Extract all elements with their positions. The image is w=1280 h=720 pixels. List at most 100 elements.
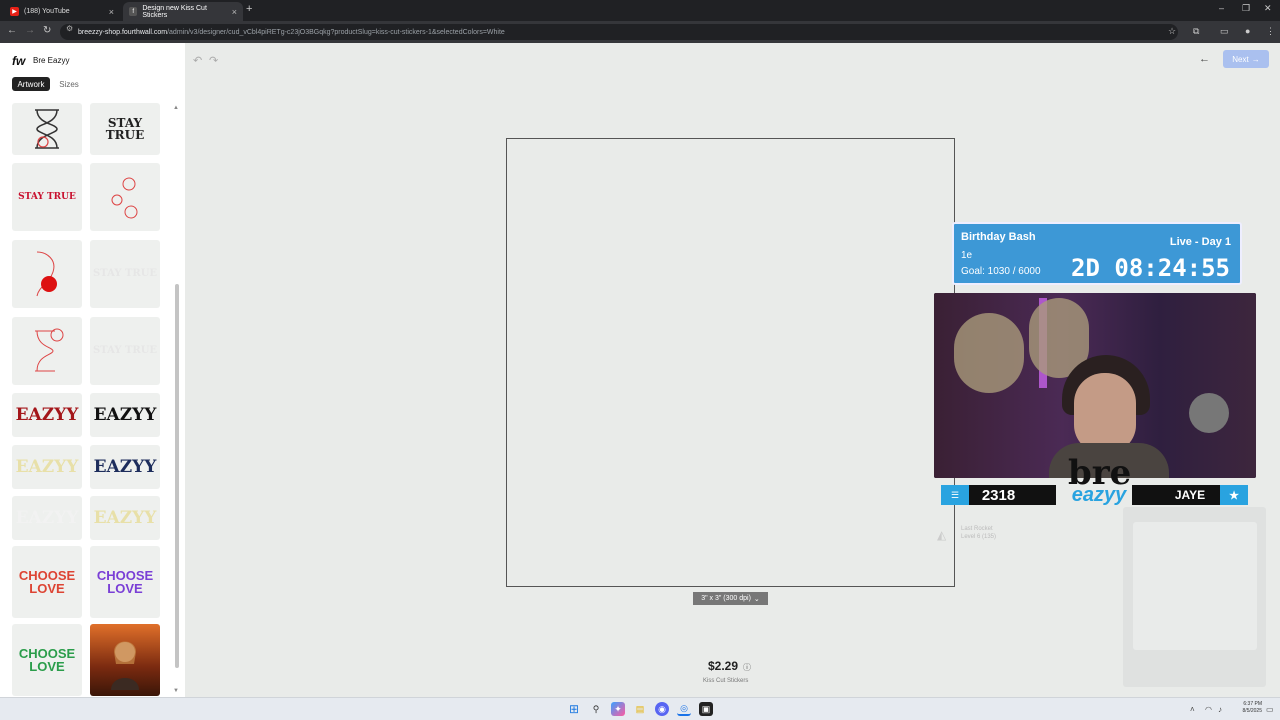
- redo-icon[interactable]: ↷: [209, 54, 218, 67]
- name-value: JAYE: [1174, 488, 1206, 502]
- logo-bottom: eazyy: [1071, 484, 1127, 507]
- logo-top: bre: [1068, 453, 1132, 493]
- windows-start-icon[interactable]: ⊞: [567, 702, 581, 716]
- name-box: JAYE ★: [1132, 485, 1248, 505]
- back-icon[interactable]: ←: [7, 25, 17, 36]
- wifi-icon[interactable]: ◠: [1205, 705, 1212, 714]
- system-clock[interactable]: 6:37 PM 8/5/2025: [1232, 701, 1262, 715]
- close-tab-icon[interactable]: ×: [109, 7, 114, 17]
- price: $2.29: [708, 659, 739, 673]
- address-bar-row: ← → ↻ breezzy-shop.fourthwall.com /admin…: [0, 21, 1280, 43]
- youtube-icon: ▶: [10, 7, 19, 16]
- live-day-label: Live - Day 1: [1169, 236, 1231, 248]
- tab-title: Design new Kiss Cut Stickers: [142, 4, 207, 19]
- sidebar-scrollbar[interactable]: [175, 284, 179, 668]
- roses-art: [111, 177, 138, 219]
- undo-icon[interactable]: ↶: [193, 54, 202, 67]
- webcam-feed: [934, 293, 1256, 478]
- artwork-thumb[interactable]: CHOOSE LOVE: [12, 546, 82, 618]
- artwork-thumb[interactable]: EAZYY: [12, 445, 82, 489]
- close-tab-icon[interactable]: ×: [232, 7, 237, 17]
- artwork-thumb[interactable]: [90, 163, 160, 231]
- site-info-icon[interactable]: ⚙: [66, 24, 73, 33]
- reload-icon[interactable]: ↻: [43, 25, 51, 36]
- artwork-thumb[interactable]: STAY TRUE: [12, 163, 82, 231]
- microphone: [1189, 393, 1229, 433]
- birthday-bash-widget: Birthday Bash Live - Day 1 1e Goal: 1030…: [952, 222, 1242, 285]
- artwork-sidebar: fw Bre Eazyy Artwork Sizes STAY TRUE STA…: [0, 43, 185, 697]
- copilot-icon[interactable]: ✦: [611, 702, 625, 716]
- next-button[interactable]: Next →: [1223, 50, 1269, 68]
- cast-icon[interactable]: ▭: [1220, 26, 1229, 37]
- artwork-thumb[interactable]: [12, 317, 82, 385]
- url-field[interactable]: breezzy-shop.fourthwall.com /admin/v3/de…: [60, 24, 1178, 40]
- tab-youtube[interactable]: ▶ (188) YouTube ×: [4, 2, 120, 21]
- fourthwall-icon: f: [129, 7, 138, 16]
- volume-icon[interactable]: ♪: [1218, 705, 1222, 714]
- chrome-icon[interactable]: ◎: [677, 702, 691, 716]
- new-tab-button[interactable]: +: [246, 3, 252, 15]
- tab-designer[interactable]: f Design new Kiss Cut Stickers ×: [123, 2, 243, 21]
- countdown: 2D 08:24:55: [1071, 254, 1230, 282]
- store-name: Bre Eazyy: [33, 56, 70, 65]
- artwork-thumb[interactable]: STAY TRUE: [90, 317, 160, 385]
- tab-artwork[interactable]: Artwork: [12, 77, 50, 91]
- artwork-thumb[interactable]: EAZYY: [90, 393, 160, 437]
- rocket-icon: ◭: [937, 528, 947, 542]
- notification-icon[interactable]: ▭: [1266, 705, 1274, 714]
- forward-icon[interactable]: →: [25, 25, 35, 36]
- artwork-thumb[interactable]: EAZYY: [12, 496, 82, 540]
- artwork-thumb[interactable]: STAY TRUE: [90, 240, 160, 308]
- artwork-thumb[interactable]: [12, 103, 82, 155]
- scroll-up-icon[interactable]: ▲: [173, 105, 179, 111]
- obs-icon[interactable]: ▣: [699, 702, 713, 716]
- hourglass-pink-art: [35, 328, 64, 372]
- portrait-art: [111, 641, 139, 690]
- artwork-grid: STAY TRUE STAY TRUE STAY TRUE STAY TRUE …: [0, 103, 172, 696]
- chevron-down-icon: ⌄: [753, 595, 760, 603]
- menu-icon[interactable]: ⋮: [1266, 26, 1275, 37]
- overlay-placeholder: [1123, 507, 1266, 687]
- subscriber-icon: ☰: [941, 485, 969, 505]
- design-canvas[interactable]: [506, 138, 955, 587]
- artwork-thumb[interactable]: [12, 240, 82, 308]
- widget-title: Birthday Bash: [961, 231, 1036, 243]
- product-name: Kiss Cut Stickers: [703, 678, 749, 684]
- windows-taskbar: ⊞ ⚲ ✦ ▤ ◉ ◎ ▣ ˄ ◠ ♪ 6:37 PM 8/5/2025 ▭: [0, 697, 1280, 720]
- tab-sizes[interactable]: Sizes: [54, 77, 84, 91]
- file-explorer-icon[interactable]: ▤: [633, 702, 647, 716]
- discord-icon[interactable]: ◉: [655, 702, 669, 716]
- last-rocket-widget: ◭ Last Rocket Level 6 (135): [937, 525, 996, 542]
- search-icon[interactable]: ⚲: [589, 702, 603, 716]
- goal-text: Goal: 1030 / 6000: [961, 266, 1041, 277]
- extensions-icon[interactable]: ⧉: [1193, 26, 1199, 37]
- artwork-thumb[interactable]: EAZYY: [90, 445, 160, 489]
- bookmark-star-icon[interactable]: ☆: [1168, 26, 1176, 37]
- bre-eazyy-logo: bre eazyy: [1068, 453, 1132, 520]
- size-value: 3" x 3" (300 dpi): [701, 595, 751, 602]
- artwork-thumb[interactable]: CHOOSE LOVE: [90, 546, 160, 618]
- tray-chevron-icon[interactable]: ˄: [1190, 705, 1195, 714]
- date: 8/5/2025: [1242, 708, 1262, 714]
- info-icon[interactable]: ⓘ: [743, 662, 751, 673]
- artwork-thumb[interactable]: EAZYY: [90, 496, 160, 540]
- count-value: 2318: [981, 486, 1016, 504]
- rose-art: [36, 251, 57, 297]
- artwork-thumb-photo[interactable]: [90, 624, 160, 696]
- artwork-thumb[interactable]: STAY TRUE: [90, 103, 160, 155]
- minimize-icon[interactable]: –: [1219, 3, 1224, 13]
- restore-icon[interactable]: ❐: [1242, 3, 1250, 14]
- fourthwall-logo: fw: [12, 54, 26, 68]
- artwork-thumb[interactable]: CHOOSE LOVE: [12, 624, 82, 696]
- star-icon: ★: [1220, 485, 1248, 505]
- person-face: [1074, 373, 1136, 453]
- url-host: breezzy-shop.fourthwall.com: [78, 28, 168, 36]
- scroll-down-icon[interactable]: ▼: [173, 688, 179, 694]
- profile-icon[interactable]: ●: [1245, 26, 1250, 36]
- artwork-thumb[interactable]: EAZYY: [12, 393, 82, 437]
- back-arrow-icon[interactable]: ←: [1199, 53, 1210, 65]
- time: 6:37 PM: [1243, 701, 1262, 707]
- size-select[interactable]: 3" x 3" (300 dpi) ⌄: [693, 592, 768, 605]
- close-window-icon[interactable]: ✕: [1264, 3, 1272, 14]
- hourglass-art: [35, 109, 59, 149]
